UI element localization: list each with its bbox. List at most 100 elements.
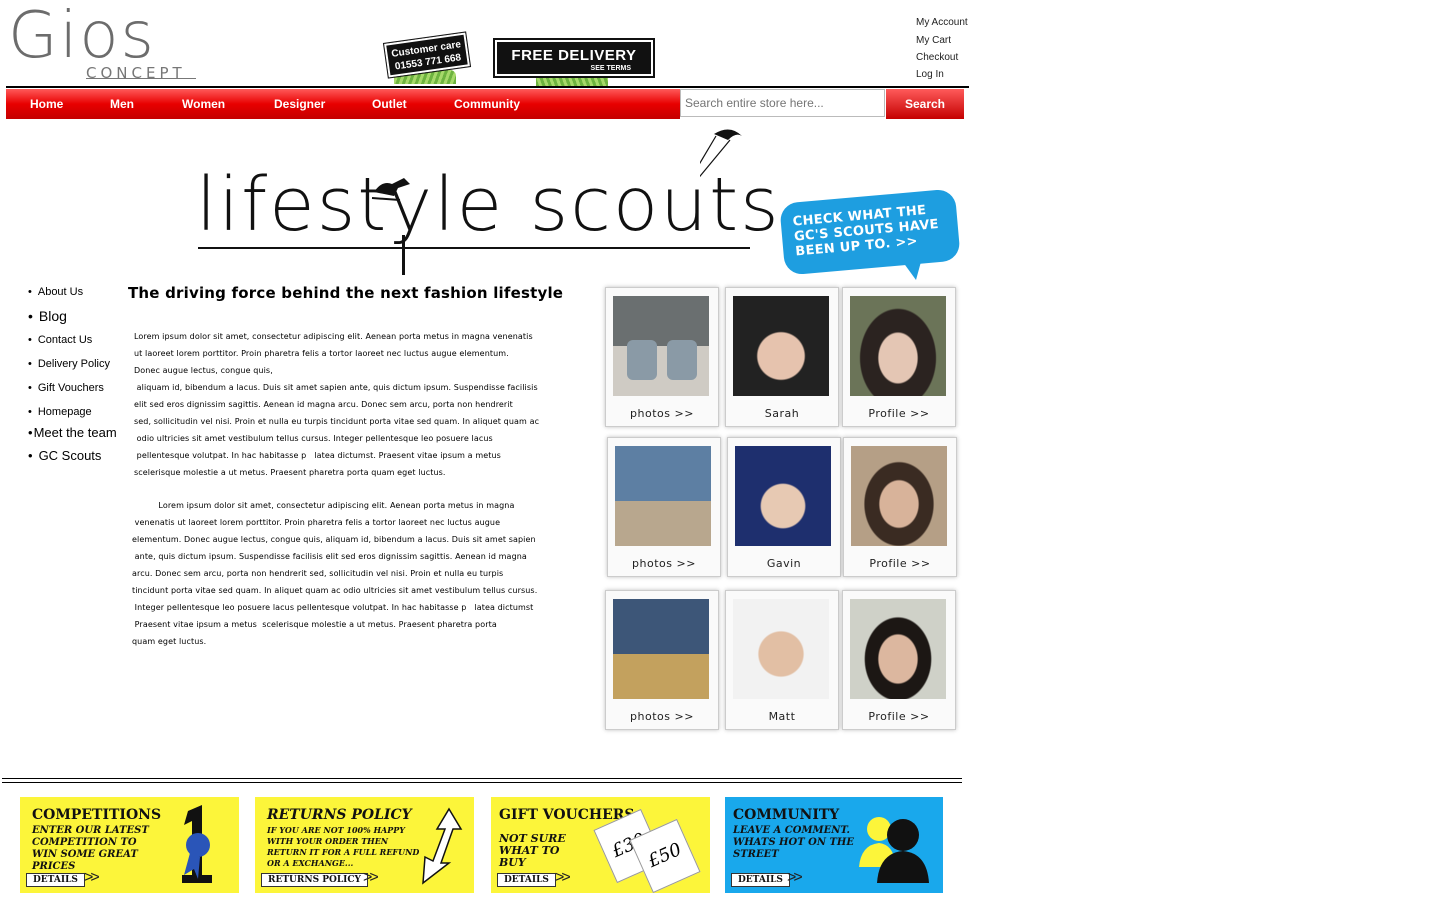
- text-line: tincidunt porta vitae sed quam. In aliqu…: [132, 586, 538, 595]
- nav-men[interactable]: Men: [110, 97, 134, 111]
- title-stem: [402, 235, 405, 275]
- logo[interactable]: Gios: [8, 0, 156, 72]
- details-button[interactable]: DETAILS: [497, 873, 556, 887]
- scout-photos-card[interactable]: photos >>: [607, 437, 721, 577]
- text-line: elementum. Donec augue lectus, congue qu…: [132, 535, 536, 544]
- sidebar-item-delivery-policy[interactable]: • Delivery Policy: [28, 358, 110, 370]
- sidebar-item-contact-us[interactable]: • Contact Us: [28, 334, 92, 346]
- nav-community[interactable]: Community: [454, 97, 520, 111]
- checkout-link[interactable]: Checkout: [916, 52, 958, 63]
- hands-photo: [733, 296, 829, 396]
- my-cart-link[interactable]: My Cart: [916, 35, 951, 46]
- scout-name: Sarah: [764, 407, 800, 420]
- scout-name: Gavin: [766, 557, 802, 570]
- sidebar-item-meet-the-team[interactable]: •Meet the team: [28, 425, 117, 440]
- footer-divider: [2, 778, 962, 783]
- log-in-link[interactable]: Log In: [916, 69, 944, 80]
- sidebar-item-label: Blog: [38, 308, 67, 324]
- sidebar-item-label: Homepage: [37, 406, 92, 418]
- double-chevron-icon: >>: [84, 869, 100, 886]
- hands-photo: [733, 599, 829, 699]
- promo-title: RETURNS POLICY: [267, 807, 412, 823]
- title-underline: [198, 247, 750, 249]
- bullet-icon: •: [28, 406, 32, 418]
- free-delivery-label: FREE DELIVERY: [511, 47, 637, 64]
- nav-women[interactable]: Women: [182, 97, 225, 111]
- photos-link[interactable]: photos >>: [608, 557, 720, 570]
- text-line: arcu. Donec sem arcu, porta non hendreri…: [132, 569, 504, 578]
- hands-photo: [735, 446, 831, 546]
- promo-title: COMMUNITY: [733, 807, 840, 823]
- profile-link[interactable]: Profile >>: [843, 710, 955, 723]
- bullet-icon: •: [28, 358, 32, 370]
- scout-photos-card[interactable]: photos >>: [605, 590, 719, 730]
- sidebar-item-homepage[interactable]: • Homepage: [28, 406, 92, 418]
- details-button[interactable]: DETAILS: [731, 873, 790, 887]
- portrait-photo: [850, 599, 946, 699]
- scout-profile-card[interactable]: Profile >>: [842, 590, 956, 730]
- scout-profile-card[interactable]: Profile >>: [843, 437, 957, 577]
- sidebar-item-label: About Us: [37, 286, 84, 298]
- photos-link[interactable]: photos >>: [606, 710, 718, 723]
- nav-designer[interactable]: Designer: [274, 97, 325, 111]
- sidebar-item-gc-scouts[interactable]: • GC Scouts: [28, 448, 101, 463]
- scout-name-card[interactable]: Sarah: [725, 287, 839, 427]
- scout-profile-card[interactable]: Profile >>: [842, 287, 956, 427]
- gift-vouchers-banner[interactable]: GIFT VOUCHERS Not sure what to buy £30 £…: [491, 797, 710, 893]
- body-paragraph-1: Lorem ipsum dolor sit amet, consectetur …: [134, 328, 584, 481]
- details-button[interactable]: DETAILS: [26, 873, 85, 887]
- sidebar-item-label: GC Scouts: [38, 448, 102, 463]
- promo-description: Enter our latest competition to win some…: [32, 825, 149, 872]
- sidebar-item-label: Gift Vouchers: [37, 382, 104, 394]
- double-chevron-icon: >>: [787, 869, 803, 886]
- double-chevron-icon: >>: [555, 869, 571, 886]
- bullet-icon: •: [28, 448, 33, 463]
- text-line: odio ultricies sit amet vestibulum tellu…: [134, 434, 493, 443]
- search-button[interactable]: Search: [886, 89, 964, 119]
- shoes-photo: [615, 446, 711, 546]
- nav-home[interactable]: Home: [30, 97, 63, 111]
- competitions-banner[interactable]: COMPETITIONS Enter our latest competitio…: [20, 797, 239, 893]
- text-line: scelerisque molestie a ut metus. Praesen…: [134, 468, 446, 477]
- photos-link[interactable]: photos >>: [606, 407, 718, 420]
- scouts-speech-bubble[interactable]: CHECK WHAT THE GC'S SCOUTS HAVE BEEN UP …: [779, 188, 961, 276]
- text-line: Integer pellentesque leo posuere lacus p…: [132, 603, 534, 612]
- community-banner[interactable]: COMMUNITY Leave a comment. Whats hot on …: [725, 797, 943, 893]
- header-divider: [6, 86, 969, 88]
- returns-policy-banner[interactable]: RETURNS POLICY If you are not 100% happy…: [255, 797, 474, 893]
- nav-outlet[interactable]: Outlet: [372, 97, 407, 111]
- shoes-photo: [613, 599, 709, 699]
- free-delivery-terms: SEE TERMS: [590, 65, 631, 72]
- scout-photos-card[interactable]: photos >>: [605, 287, 719, 427]
- portrait-photo: [850, 296, 946, 396]
- text-line: ut laoreet lorem porttitor. Proin pharet…: [134, 349, 509, 358]
- text-line: quam eget luctus.: [132, 637, 207, 646]
- sidebar-item-about-us[interactable]: • About Us: [28, 286, 83, 298]
- sidebar-item-blog[interactable]: • Blog: [28, 308, 67, 324]
- bullet-icon: •: [28, 425, 33, 440]
- text-line: Donec augue lectus, congue quis,: [134, 366, 273, 375]
- returns-policy-button[interactable]: RETURNS POLICY: [261, 873, 368, 887]
- profile-link[interactable]: Profile >>: [844, 557, 956, 570]
- my-account-link[interactable]: My Account: [916, 17, 968, 28]
- profile-link[interactable]: Profile >>: [843, 407, 955, 420]
- speech-bubble-tail: [900, 258, 922, 280]
- portrait-photo: [851, 446, 947, 546]
- bullet-icon: •: [28, 334, 32, 346]
- search-input[interactable]: [680, 89, 885, 117]
- text-line: Lorem ipsum dolor sit amet, consectetur …: [132, 501, 515, 510]
- customer-care-sign: Customer care 01553 771 668: [382, 31, 472, 79]
- main-nav: Home Men Women Designer Outlet Community: [6, 89, 680, 119]
- text-line: pellentesque volutpat. In hac habitasse …: [134, 451, 501, 460]
- text-line: ante, quis dictum ipsum. Suspendisse fac…: [132, 552, 527, 561]
- sidebar-item-gift-vouchers[interactable]: • Gift Vouchers: [28, 382, 104, 394]
- text-line: venenatis ut laoreet lorem porttitor. Pr…: [132, 518, 501, 527]
- lifestyle-scouts-title: lifestyle scouts: [196, 162, 781, 248]
- bullet-icon: •: [28, 286, 32, 298]
- promo-description: Not sure what to buy: [499, 832, 566, 869]
- free-delivery-sign[interactable]: FREE DELIVERY SEE TERMS: [493, 38, 655, 78]
- bullet-icon: •: [28, 308, 33, 324]
- scout-name-card[interactable]: Gavin: [727, 437, 841, 577]
- scout-name-card[interactable]: Matt: [725, 590, 839, 730]
- text-line: aliquam id, bibendum a lacus. Duis sit a…: [134, 383, 538, 392]
